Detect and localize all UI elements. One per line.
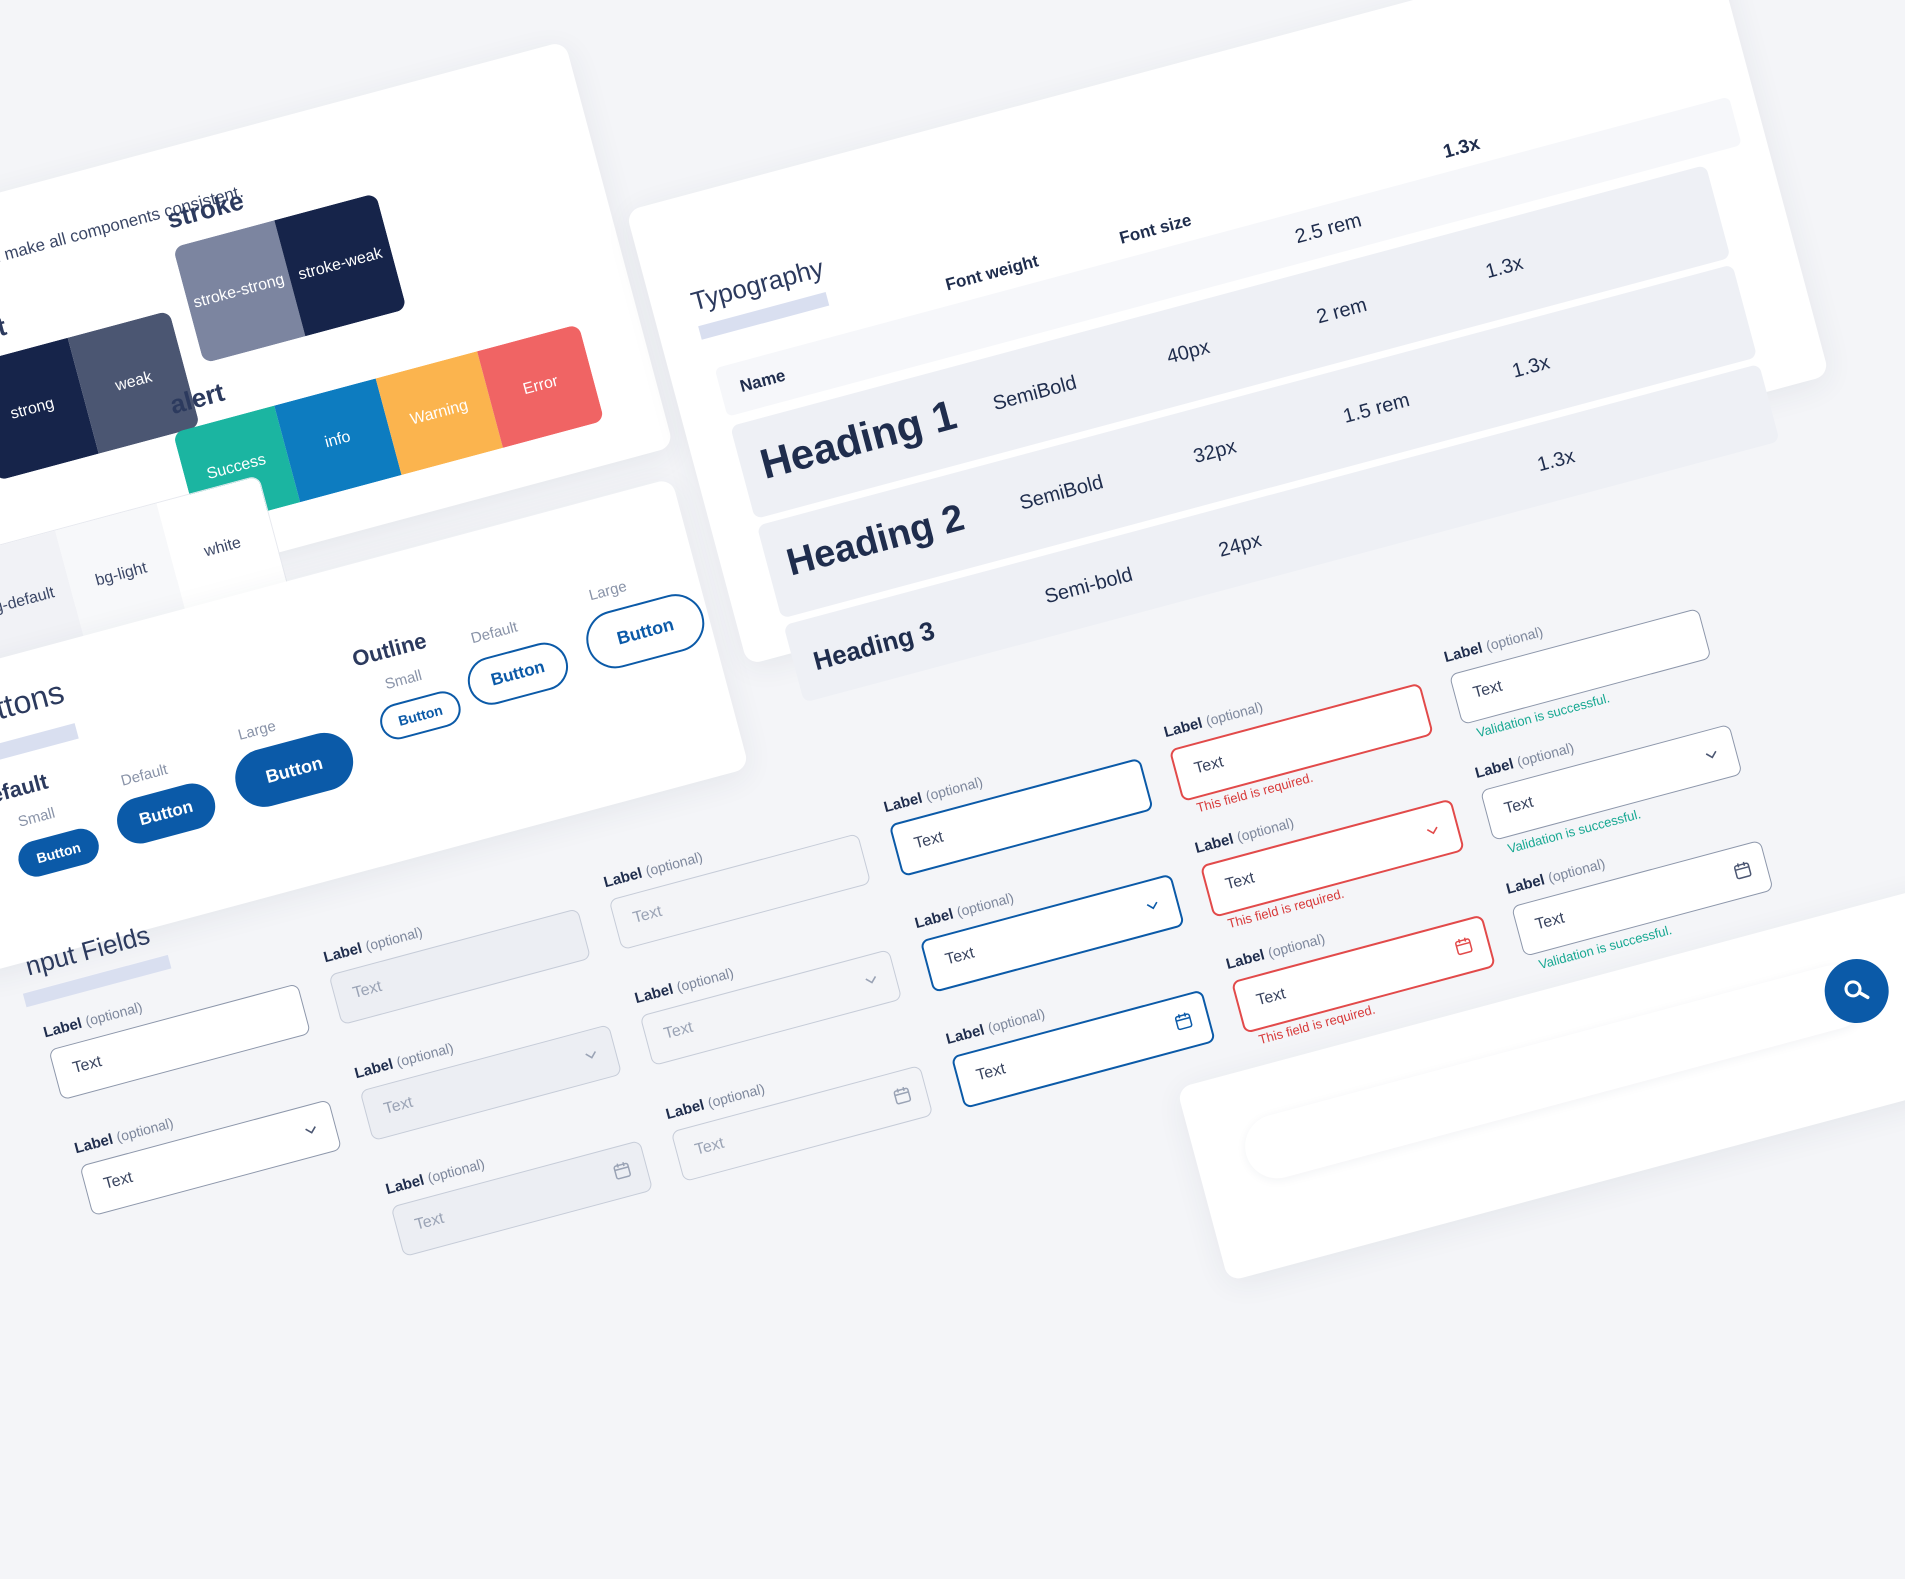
- field-label: Label: [881, 789, 925, 817]
- field-optional: (optional): [954, 889, 1016, 920]
- field-optional: (optional): [425, 1155, 487, 1186]
- chevron-down-icon: [1705, 750, 1717, 759]
- input-value: Text: [943, 944, 977, 969]
- typo-h3-rem: 1.5 rem: [1340, 389, 1413, 428]
- field-label: Label: [352, 1055, 396, 1083]
- input-value: Text: [693, 1134, 726, 1159]
- typo-h1-weight: SemiBold: [990, 371, 1079, 416]
- field-label: Label: [41, 1014, 84, 1042]
- chevron-down-icon: [585, 1051, 597, 1059]
- input-value: Text: [1502, 793, 1536, 818]
- input-value: Text: [101, 1168, 135, 1193]
- field-label: Label: [1473, 755, 1516, 782]
- input-value: Text: [662, 1018, 695, 1043]
- calendar-icon: [893, 1086, 912, 1105]
- typo-h2-weight: SemiBold: [1017, 471, 1106, 515]
- input-value: Text: [1223, 869, 1257, 894]
- field-label: Label: [321, 939, 364, 967]
- calendar-icon: [1733, 861, 1752, 880]
- input-value: Text: [1254, 985, 1288, 1010]
- typo-h1-px: 40px: [1164, 335, 1213, 369]
- field-optional: (optional): [705, 1080, 767, 1111]
- chevron-down-icon: [1426, 826, 1438, 835]
- field-label: Label: [1162, 714, 1205, 742]
- calendar-icon: [1455, 937, 1473, 956]
- field-optional: (optional): [394, 1039, 456, 1071]
- calendar-icon: [1174, 1012, 1193, 1031]
- chevron-down-icon: [305, 1126, 316, 1134]
- calendar-icon: [613, 1161, 631, 1180]
- search-icon: [1844, 980, 1870, 1000]
- input-value: Text: [912, 828, 946, 853]
- field-optional: (optional): [114, 1114, 176, 1146]
- typo-h3-lh: 1.3x: [1534, 445, 1578, 477]
- field-optional: (optional): [674, 964, 736, 995]
- field-label: Label: [72, 1130, 115, 1158]
- input-value: Text: [974, 1060, 1008, 1085]
- typo-h3-px: 24px: [1216, 529, 1264, 562]
- field-optional: (optional): [363, 923, 425, 955]
- input-value: Text: [631, 902, 664, 927]
- field-label: Label: [632, 980, 676, 1008]
- chevron-down-icon: [1146, 901, 1158, 910]
- field-optional: (optional): [985, 1005, 1047, 1036]
- input-value: Text: [1192, 753, 1226, 778]
- field-label: Label: [1193, 830, 1236, 858]
- field-label: Label: [1504, 871, 1547, 898]
- text-input-focused[interactable]: Text: [888, 757, 1154, 878]
- text-input[interactable]: Text: [48, 983, 312, 1101]
- field-label: Label: [1442, 639, 1485, 667]
- input-value: Text: [382, 1093, 415, 1118]
- field-label: Label: [663, 1096, 707, 1124]
- input-value: Text: [1533, 909, 1567, 934]
- field-optional: (optional): [1203, 698, 1265, 729]
- field-optional: (optional): [1266, 930, 1327, 961]
- typo-h2-lh: 1.3x: [1509, 351, 1553, 383]
- field-optional: (optional): [1546, 855, 1607, 886]
- field-optional: (optional): [643, 848, 705, 880]
- typo-h2-rem: 2 rem: [1314, 293, 1370, 329]
- field-label: Label: [383, 1171, 427, 1199]
- chevron-down-icon: [865, 976, 877, 984]
- design-system-canvas: the use of colour and make all component…: [0, 0, 1905, 1410]
- field-label: Label: [601, 864, 645, 892]
- field-optional: (optional): [1484, 623, 1545, 654]
- field-optional: (optional): [1515, 739, 1576, 770]
- field-label: Label: [1224, 946, 1267, 973]
- field-optional: (optional): [1235, 814, 1296, 845]
- field-optional: (optional): [923, 773, 985, 804]
- input-value: Text: [1471, 677, 1505, 702]
- typo-h3-name: Heading 3: [810, 615, 938, 677]
- text-input-disabled: Text: [328, 908, 592, 1026]
- text-input-disabled: Text: [608, 833, 872, 951]
- field-label: Label: [913, 905, 956, 933]
- field-optional: (optional): [83, 998, 145, 1030]
- input-value: Text: [413, 1209, 446, 1234]
- field-label: Label: [944, 1021, 987, 1048]
- input-value: Text: [350, 977, 384, 1002]
- typo-h1-lh: 1.3x: [1483, 252, 1526, 284]
- typo-h2-px: 32px: [1191, 435, 1239, 468]
- typo-h3-weight: Semi-bold: [1042, 563, 1136, 609]
- input-value: Text: [70, 1052, 104, 1077]
